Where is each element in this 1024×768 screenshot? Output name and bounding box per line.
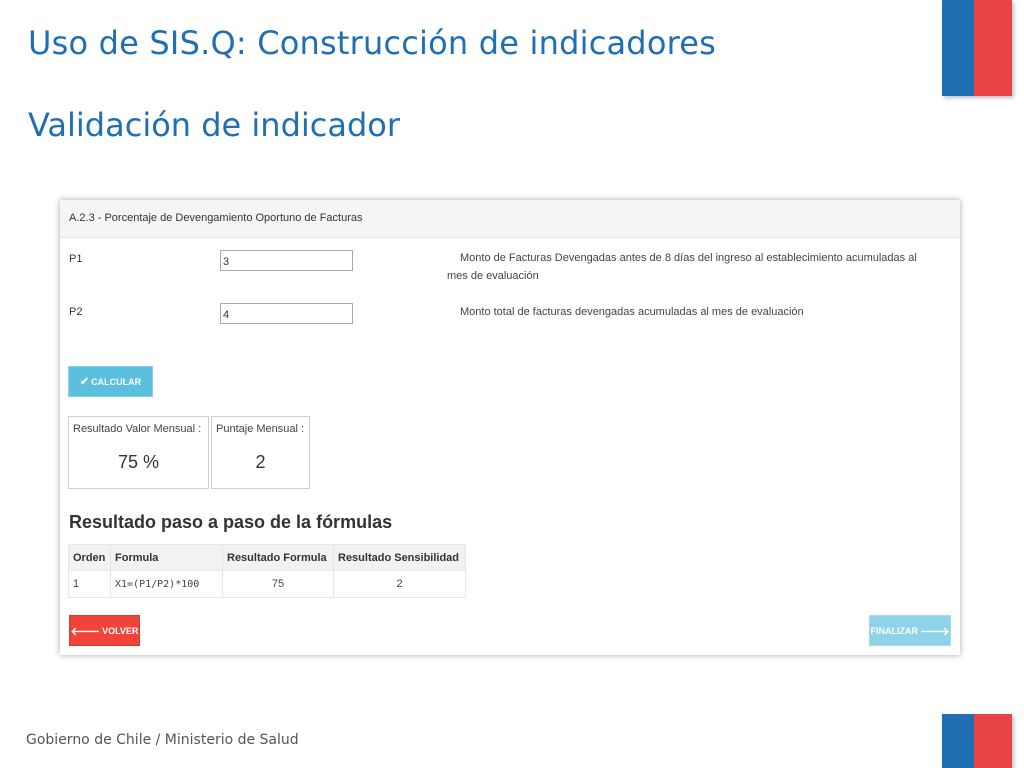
slide-title: Uso de SIS.Q: Construcción de indicadore…	[28, 24, 717, 62]
result-valor-label: Resultado Valor Mensual :	[73, 423, 202, 435]
table-row: 1 X1=(P1/P2)*100 75 2	[68, 570, 466, 598]
finalizar-button[interactable]: FINALIZAR 🡒	[869, 615, 951, 646]
result-valor-mensual: Resultado Valor Mensual : 75 %	[68, 416, 209, 489]
col-resultado-formula: Resultado Formula	[222, 544, 334, 571]
indicator-panel: A.2.3 - Porcentaje de Devengamiento Opor…	[60, 200, 960, 655]
col-resultado-sensibilidad: Resultado Sensibilidad	[333, 544, 466, 571]
cell-orden: 1	[68, 570, 111, 598]
volver-label: VOLVER	[102, 625, 139, 636]
chile-flag-bottom	[942, 714, 1012, 768]
result-puntaje-value: 2	[255, 452, 266, 472]
chile-flag-top	[942, 0, 1012, 96]
p2-label: P2	[69, 306, 83, 318]
p1-label: P1	[69, 253, 83, 265]
slide-subtitle: Validación de indicador	[28, 106, 401, 144]
p1-description: Monto de Facturas Devengadas antes de 8 …	[447, 249, 947, 285]
footer-text: Gobierno de Chile / Ministerio de Salud	[26, 732, 299, 748]
cell-resultado-formula: 75	[222, 570, 334, 598]
table-header-row: Orden Formula Resultado Formula Resultad…	[68, 544, 466, 571]
cell-resultado-sensibilidad: 2	[333, 570, 466, 598]
result-valor-value: 75 %	[117, 452, 160, 472]
finalizar-label: FINALIZAR	[870, 625, 919, 636]
result-puntaje-mensual: Puntaje Mensual : 2	[211, 416, 310, 489]
panel-header: A.2.3 - Porcentaje de Devengamiento Opor…	[60, 200, 960, 238]
check-icon: ✔	[79, 376, 90, 388]
volver-button[interactable]: 🡐 VOLVER	[69, 615, 140, 646]
p2-description: Monto total de facturas devengadas acumu…	[460, 306, 804, 318]
col-orden: Orden	[68, 544, 111, 571]
col-formula: Formula	[110, 544, 223, 571]
p1-description-line2: mes de evaluación	[447, 270, 539, 282]
result-puntaje-label: Puntaje Mensual :	[216, 423, 305, 435]
steps-table: Orden Formula Resultado Formula Resultad…	[68, 544, 466, 598]
p1-input[interactable]: 3	[220, 250, 353, 271]
arrow-right-icon: 🡒	[920, 625, 950, 638]
steps-title: Resultado paso a paso de la fórmulas	[69, 512, 393, 532]
calcular-button[interactable]: ✔ CALCULAR	[68, 366, 153, 397]
p1-description-line1: Monto de Facturas Devengadas antes de 8 …	[460, 252, 917, 264]
p2-input[interactable]: 4	[220, 303, 353, 324]
cell-formula: X1=(P1/P2)*100	[110, 570, 223, 598]
arrow-left-icon: 🡐	[70, 625, 101, 638]
calcular-label: CALCULAR	[91, 376, 142, 387]
